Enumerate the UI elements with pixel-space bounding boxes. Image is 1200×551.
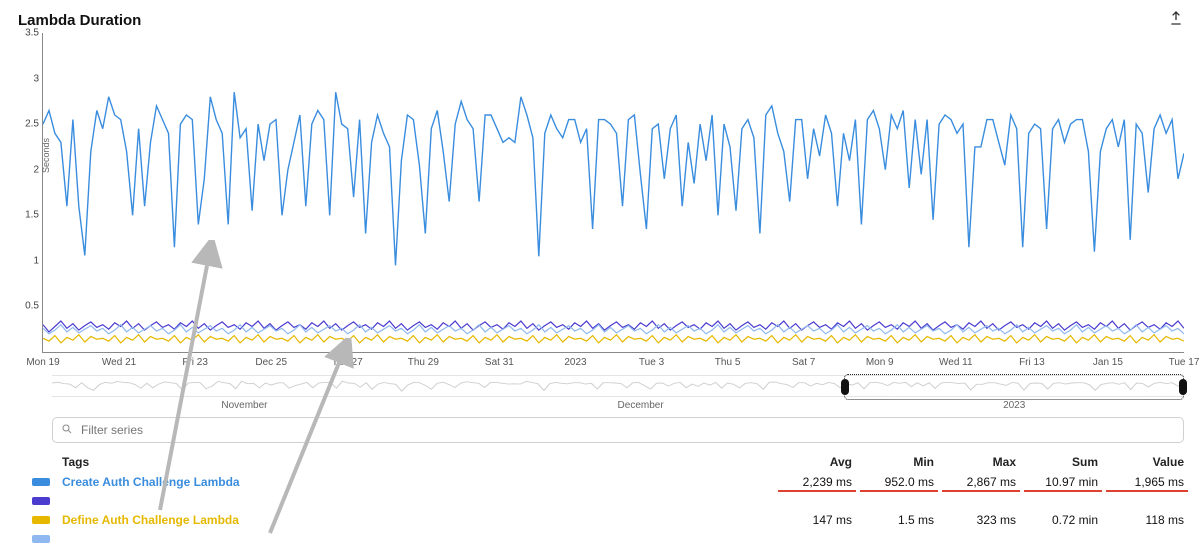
filter-input[interactable]	[79, 422, 1175, 438]
filter-input-wrap[interactable]	[52, 417, 1184, 443]
col-avg[interactable]: Avg	[792, 455, 852, 469]
minimap[interactable]: NovemberDecember2023	[52, 375, 1184, 397]
x-tick-label: Fri 13	[1019, 357, 1045, 368]
stat-min: 952.0 ms	[874, 475, 934, 489]
x-tick-label: Wed 21	[102, 357, 136, 368]
stat-max: 323 ms	[956, 513, 1016, 527]
legend-row[interactable]: Define Auth Challenge Lambda 147 ms 1.5 ms…	[32, 509, 1184, 531]
y-tick-label: 2.5	[9, 119, 39, 130]
x-tick-label: Jan 15	[1093, 357, 1123, 368]
chart-lines	[43, 33, 1184, 352]
col-tags: Tags	[62, 455, 89, 469]
x-tick-label: Dec 25	[255, 357, 287, 368]
minimap-window[interactable]	[844, 374, 1184, 400]
legend-series-name: Define Auth Challenge Lambda	[62, 513, 239, 527]
x-tick-label: Sat 31	[485, 357, 514, 368]
col-max[interactable]: Max	[956, 455, 1016, 469]
x-tick-label: Thu 5	[715, 357, 741, 368]
y-tick-label: 0.5	[9, 301, 39, 312]
x-tick-label: Tue 27	[332, 357, 363, 368]
x-tick-label: Fri 23	[182, 357, 208, 368]
stat-min: 1.5 ms	[874, 513, 934, 527]
minimap-label: December	[618, 400, 664, 411]
y-tick-label: 1	[9, 255, 39, 266]
minimap-label: November	[221, 400, 267, 411]
x-tick-label: Tue 3	[639, 357, 664, 368]
legend-series-name: Create Auth Challenge Lambda	[62, 475, 240, 489]
x-tick-label: Sat 7	[792, 357, 815, 368]
legend-row[interactable]	[32, 493, 1184, 509]
col-sum[interactable]: Sum	[1038, 455, 1098, 469]
chart-title: Lambda Duration	[18, 12, 141, 29]
x-tick-label: 2023	[564, 357, 586, 368]
stat-value: 1,965 ms	[1120, 475, 1184, 489]
y-tick-label: 3.5	[9, 28, 39, 39]
y-tick-label: 3	[9, 73, 39, 84]
stat-value: 118 ms	[1120, 513, 1184, 527]
stat-avg: 147 ms	[792, 513, 852, 527]
filter-row	[52, 417, 1184, 443]
legend-row[interactable]: Create Auth Challenge Lambda 2,239 ms 952.…	[32, 471, 1184, 493]
legend-stats: Tags Avg Min Max Sum Value Create Auth C…	[32, 453, 1184, 547]
legend-row[interactable]	[32, 531, 1184, 547]
legend-header: Tags Avg Min Max Sum Value	[32, 453, 1184, 471]
y-tick-label: 1.5	[9, 210, 39, 221]
x-tick-label: Thu 29	[408, 357, 439, 368]
stat-sum: 10.97 min	[1038, 475, 1098, 489]
x-tick-label: Tue 17	[1169, 357, 1200, 368]
title-row: Lambda Duration	[12, 10, 1188, 33]
stat-sum: 0.72 min	[1038, 513, 1098, 527]
y-tick-label: 2	[9, 164, 39, 175]
search-icon	[61, 423, 73, 438]
x-tick-label: Wed 11	[939, 357, 973, 368]
chart-plot-area[interactable]: Seconds 0.511.522.533.5Mon 19Wed 21Fri 2…	[42, 33, 1184, 353]
minimap-label: 2023	[1003, 400, 1025, 411]
col-value[interactable]: Value	[1120, 455, 1184, 469]
x-tick-label: Mon 9	[866, 357, 894, 368]
x-tick-label: Mon 19	[26, 357, 59, 368]
minimap-handle-left[interactable]	[841, 379, 849, 395]
minimap-handle-right[interactable]	[1179, 379, 1187, 395]
legend-swatch	[32, 497, 50, 505]
stat-max: 2,867 ms	[956, 475, 1016, 489]
chart-panel: Lambda Duration Seconds 0.511.522.533.5M…	[0, 0, 1200, 551]
legend-swatch	[32, 516, 50, 524]
legend-swatch	[32, 478, 50, 486]
export-icon[interactable]	[1168, 10, 1184, 31]
legend-swatch	[32, 535, 50, 543]
stat-avg: 2,239 ms	[792, 475, 852, 489]
col-min[interactable]: Min	[874, 455, 934, 469]
